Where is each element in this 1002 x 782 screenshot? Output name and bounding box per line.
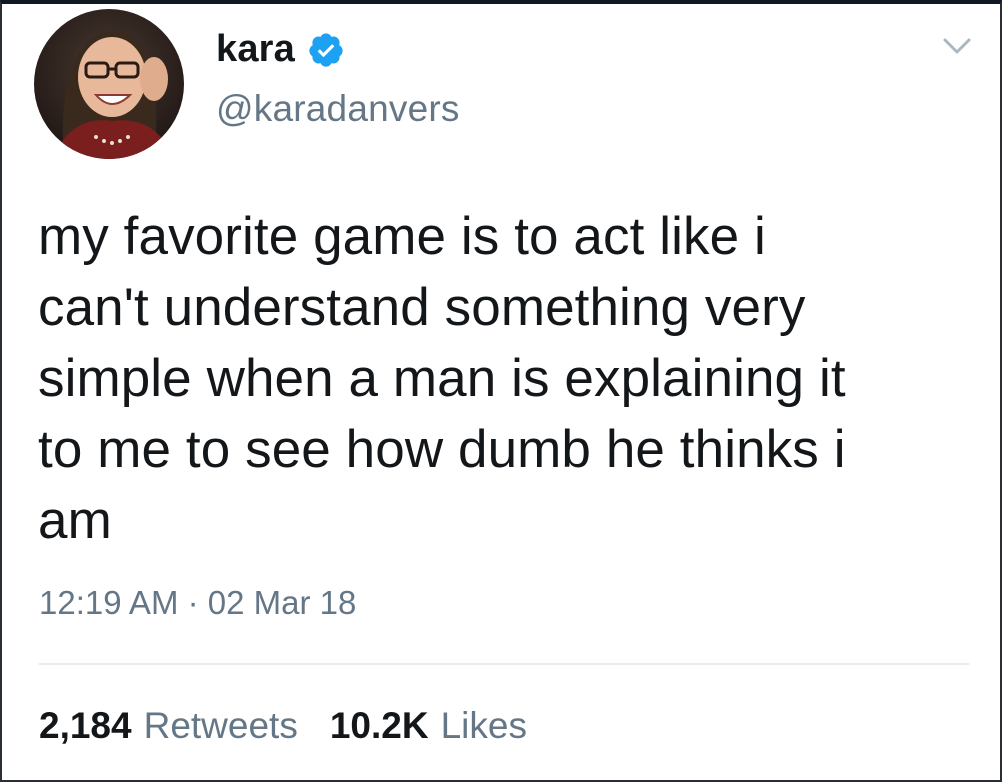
tweet-text: my favorite game is to act like i can't …: [38, 207, 846, 550]
likes-label: Likes: [440, 705, 527, 746]
divider: [39, 663, 969, 665]
tweet-stats: 2,184 Retweets 10.2K Likes: [39, 705, 527, 747]
display-name[interactable]: kara: [216, 28, 295, 71]
retweets-label: Retweets: [143, 705, 298, 746]
verified-badge-icon: [307, 31, 345, 69]
profile-photo-icon: [34, 9, 184, 159]
user-name-row: kara: [216, 28, 345, 71]
tweet-date: 02 Mar 18: [207, 584, 357, 621]
avatar[interactable]: [34, 9, 184, 159]
timestamp-separator: ·: [178, 584, 208, 621]
tweet-card: kara @karadanvers my favorite game is to…: [0, 0, 1002, 782]
likes-stat[interactable]: 10.2K Likes: [330, 705, 527, 747]
timestamp[interactable]: 12:19 AM · 02 Mar 18: [39, 584, 356, 622]
retweets-stat[interactable]: 2,184 Retweets: [39, 705, 298, 747]
tweet-time: 12:19 AM: [39, 584, 179, 621]
likes-count: 10.2K: [329, 705, 429, 746]
chevron-down-icon[interactable]: [939, 34, 975, 58]
user-handle[interactable]: @karadanvers: [216, 88, 460, 130]
retweets-count: 2,184: [39, 705, 132, 746]
